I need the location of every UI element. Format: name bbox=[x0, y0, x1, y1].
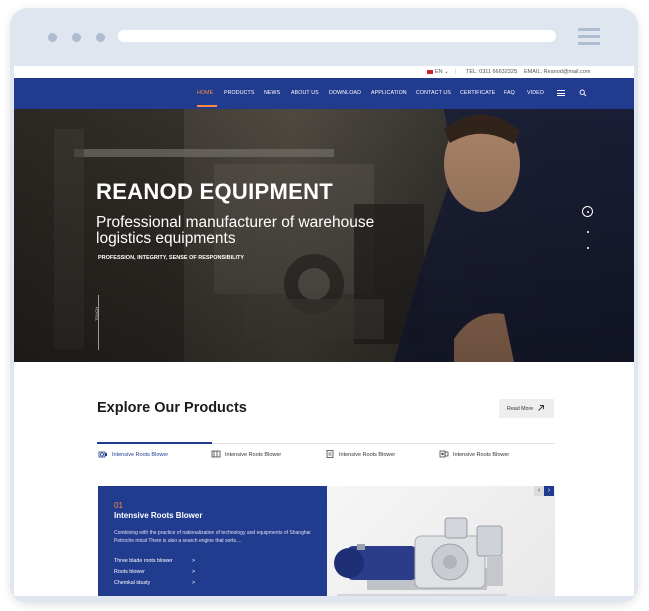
separator: | bbox=[516, 69, 518, 75]
nav-news[interactable]: NEWS bbox=[264, 90, 280, 96]
tab-label: Intensive Roots Blower bbox=[225, 452, 282, 458]
nav-download[interactable]: DOWNLOAD bbox=[329, 90, 361, 96]
browser-menu-icon[interactable] bbox=[578, 28, 600, 46]
product-info-panel: 01 Intensive Roots Blower Combining with… bbox=[98, 486, 327, 596]
product-description: Combining with the practice of nationali… bbox=[114, 530, 311, 544]
link-label: Roots blower bbox=[114, 569, 145, 575]
slide-indicator-active[interactable] bbox=[582, 206, 593, 217]
machine-icon bbox=[211, 450, 221, 458]
hero-tagline: PROFESSION, INTEGRITY, SENSE OF RESPONSI… bbox=[98, 255, 245, 261]
blower-icon bbox=[98, 451, 107, 458]
nav-about-us[interactable]: ABOUT US bbox=[291, 90, 319, 96]
product-link-roots-blower[interactable]: Roots blower > bbox=[114, 569, 195, 575]
hero-banner: REANOD EQUIPMENT Professional manufactur… bbox=[14, 109, 634, 362]
slide-indicator-3[interactable] bbox=[587, 247, 589, 249]
device-icon bbox=[326, 450, 334, 458]
read-more-button[interactable]: Read More bbox=[499, 399, 554, 418]
link-label: Chemkal idusty bbox=[114, 580, 151, 586]
search-icon[interactable] bbox=[579, 89, 587, 97]
roots-blower-image bbox=[334, 517, 507, 596]
product-title: Intensive Roots Blower bbox=[114, 511, 203, 520]
hero-subtitle: Professional manufacturer of warehouse l… bbox=[96, 214, 375, 247]
read-more-label: Read More bbox=[507, 406, 534, 412]
language-selector[interactable]: EN ⌄ bbox=[427, 69, 449, 75]
hamburger-icon[interactable] bbox=[557, 90, 565, 96]
link-label: Three blade roots blower bbox=[114, 558, 173, 564]
chevron-down-icon: ⌄ bbox=[444, 69, 449, 75]
top-info-bar: EN ⌄ | TEL: 0311 66632325 | EMAIL: Reano… bbox=[14, 66, 634, 78]
phone-number: TEL: 0311 66632325 bbox=[466, 69, 517, 75]
separator: | bbox=[455, 69, 457, 75]
address-bar[interactable] bbox=[118, 30, 556, 42]
window-dot-3 bbox=[96, 33, 105, 42]
slide-indicator-2[interactable] bbox=[587, 231, 589, 233]
tab-label: Intensive Roots Blower bbox=[339, 452, 396, 458]
chevron-right-icon: > bbox=[192, 580, 196, 586]
product-image-area bbox=[327, 486, 555, 596]
flag-icon bbox=[427, 69, 433, 74]
nav-video[interactable]: VIDEO bbox=[527, 90, 544, 96]
nav-certificate[interactable]: CERTIFICATE bbox=[460, 90, 495, 96]
arrow-up-right-icon bbox=[538, 405, 544, 411]
browser-frame: EN ⌄ | TEL: 0311 66632325 | EMAIL: Reano… bbox=[10, 8, 638, 603]
main-navigation: HOME PRODUCTS NEWS ABOUT US DOWNLOAD APP… bbox=[14, 78, 634, 109]
product-link-three-blade[interactable]: Three blade roots blower > bbox=[114, 558, 195, 564]
hero-title: REANOD EQUIPMENT bbox=[96, 179, 334, 204]
browser-chrome bbox=[10, 8, 638, 66]
nav-home[interactable]: HOME bbox=[197, 90, 213, 96]
tab-label: Intensive Roots Blower bbox=[112, 452, 169, 458]
nav-contact-us[interactable]: CONTACT US bbox=[416, 90, 451, 96]
email-address[interactable]: EMAIL: Reanod@mail.com bbox=[524, 69, 590, 75]
product-link-chemical[interactable]: Chemkal idusty > bbox=[114, 580, 195, 586]
section-heading: Explore Our Products bbox=[97, 400, 247, 416]
scroll-label: TOUCH bbox=[94, 306, 99, 321]
active-tab-indicator bbox=[97, 442, 212, 444]
chevron-right-icon: > bbox=[192, 569, 196, 575]
window-dot-2 bbox=[72, 33, 81, 42]
tab-label: Intensive Roots Blower bbox=[453, 452, 510, 458]
nav-faq[interactable]: FAQ bbox=[504, 90, 515, 96]
active-nav-indicator bbox=[197, 105, 217, 107]
window-dot-1 bbox=[48, 33, 57, 42]
nav-application[interactable]: APPLICATION bbox=[371, 90, 407, 96]
language-label: EN bbox=[435, 69, 443, 75]
scroll-line bbox=[98, 295, 99, 350]
chevron-right-icon: > bbox=[192, 558, 196, 564]
equipment-icon bbox=[439, 450, 449, 458]
webpage: EN ⌄ | TEL: 0311 66632325 | EMAIL: Reano… bbox=[14, 66, 634, 596]
nav-products[interactable]: PRODUCTS bbox=[224, 90, 255, 96]
product-number: 01 bbox=[114, 501, 123, 510]
carousel-prev-button[interactable]: ‹ bbox=[534, 486, 544, 496]
carousel-next-button[interactable]: › bbox=[544, 486, 554, 496]
